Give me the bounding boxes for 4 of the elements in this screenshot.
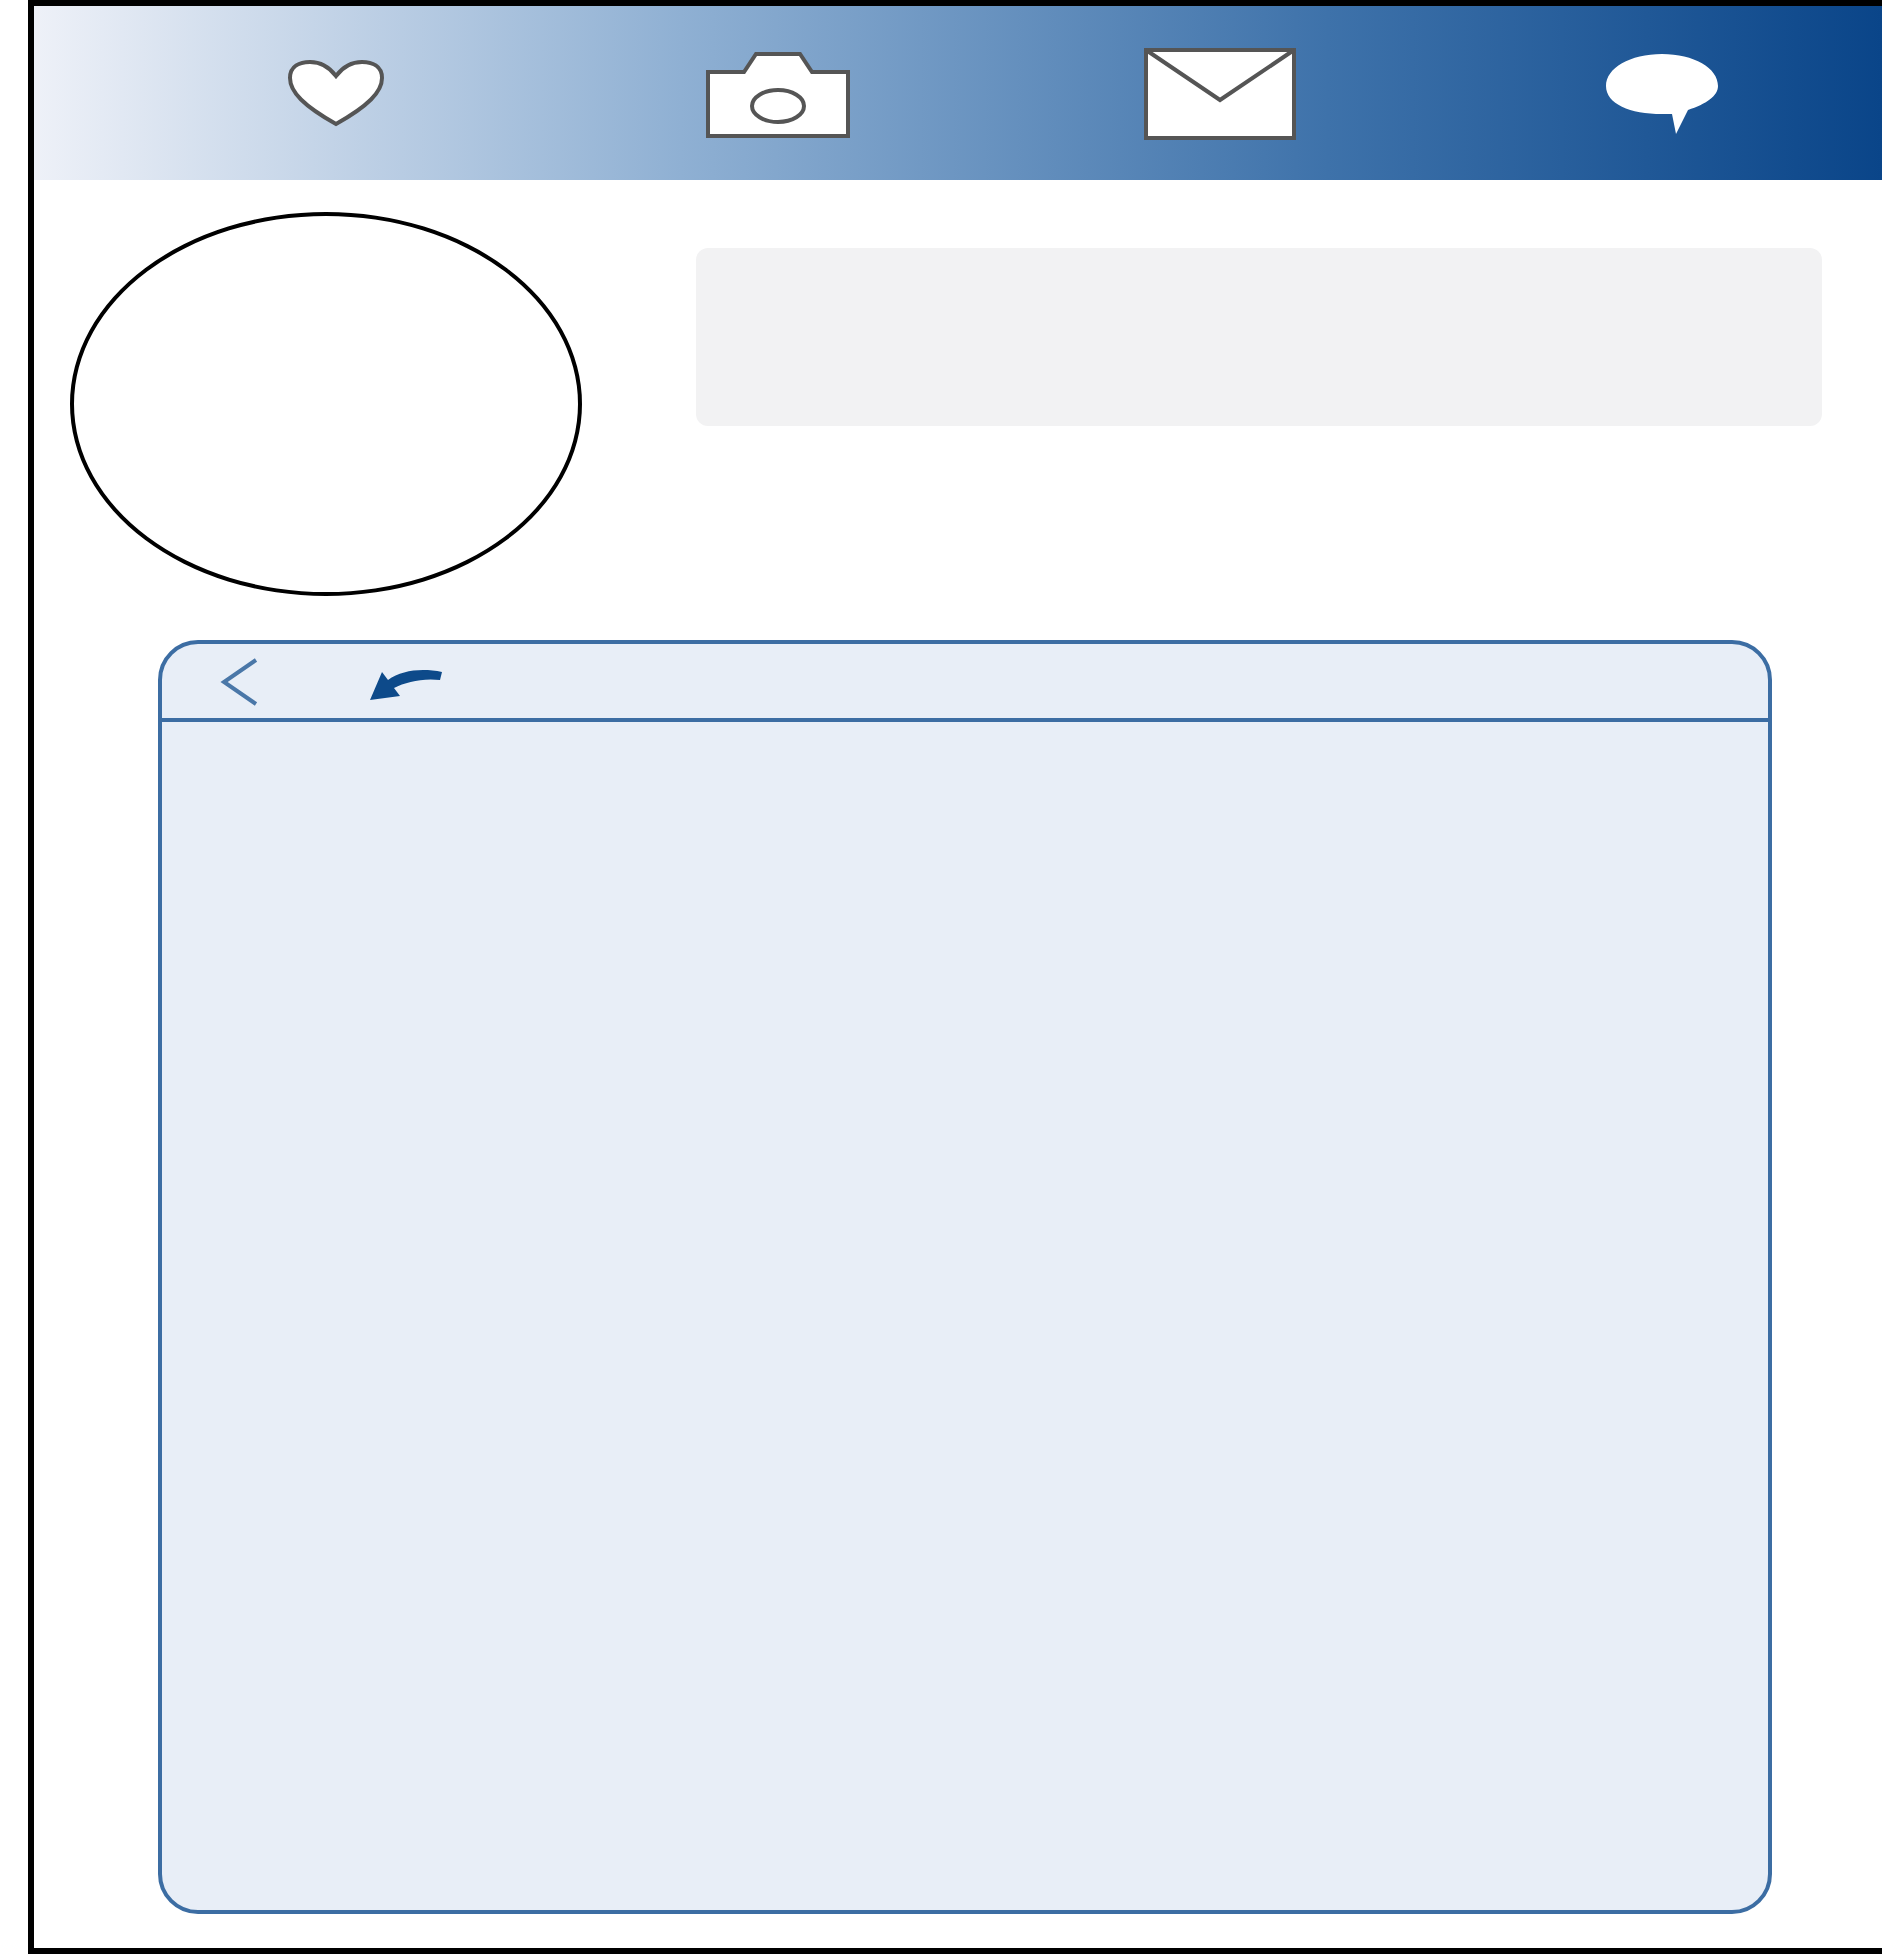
envelope-icon[interactable] (1143, 47, 1295, 139)
back-chevron-icon[interactable] (218, 655, 262, 707)
camera-icon[interactable] (703, 47, 851, 139)
heart-icon[interactable] (283, 57, 387, 129)
